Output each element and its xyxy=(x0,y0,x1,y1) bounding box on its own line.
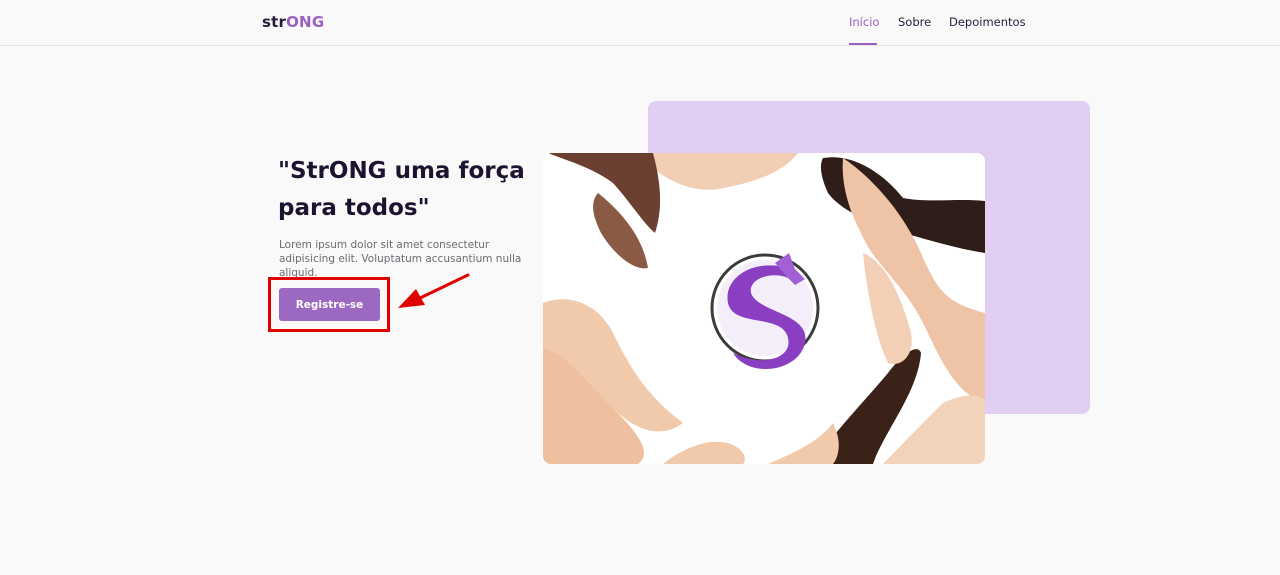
navbar: strONG Início Sobre Depoimentos xyxy=(0,0,1280,46)
hero-image xyxy=(543,153,985,464)
nav-link-depoimentos[interactable]: Depoimentos xyxy=(949,15,1026,29)
nav-active-indicator xyxy=(849,43,877,45)
main-nav: Início Sobre Depoimentos xyxy=(0,0,1280,46)
annotation-arrow-icon xyxy=(398,273,470,308)
register-button[interactable]: Registre-se xyxy=(279,288,380,321)
hero-title: "StrONG uma força para todos" xyxy=(278,158,525,221)
strong-logo-icon xyxy=(710,253,820,370)
nav-link-sobre[interactable]: Sobre xyxy=(898,15,931,29)
nav-link-inicio[interactable]: Início xyxy=(849,15,879,29)
hands-circle-illustration xyxy=(543,153,985,464)
